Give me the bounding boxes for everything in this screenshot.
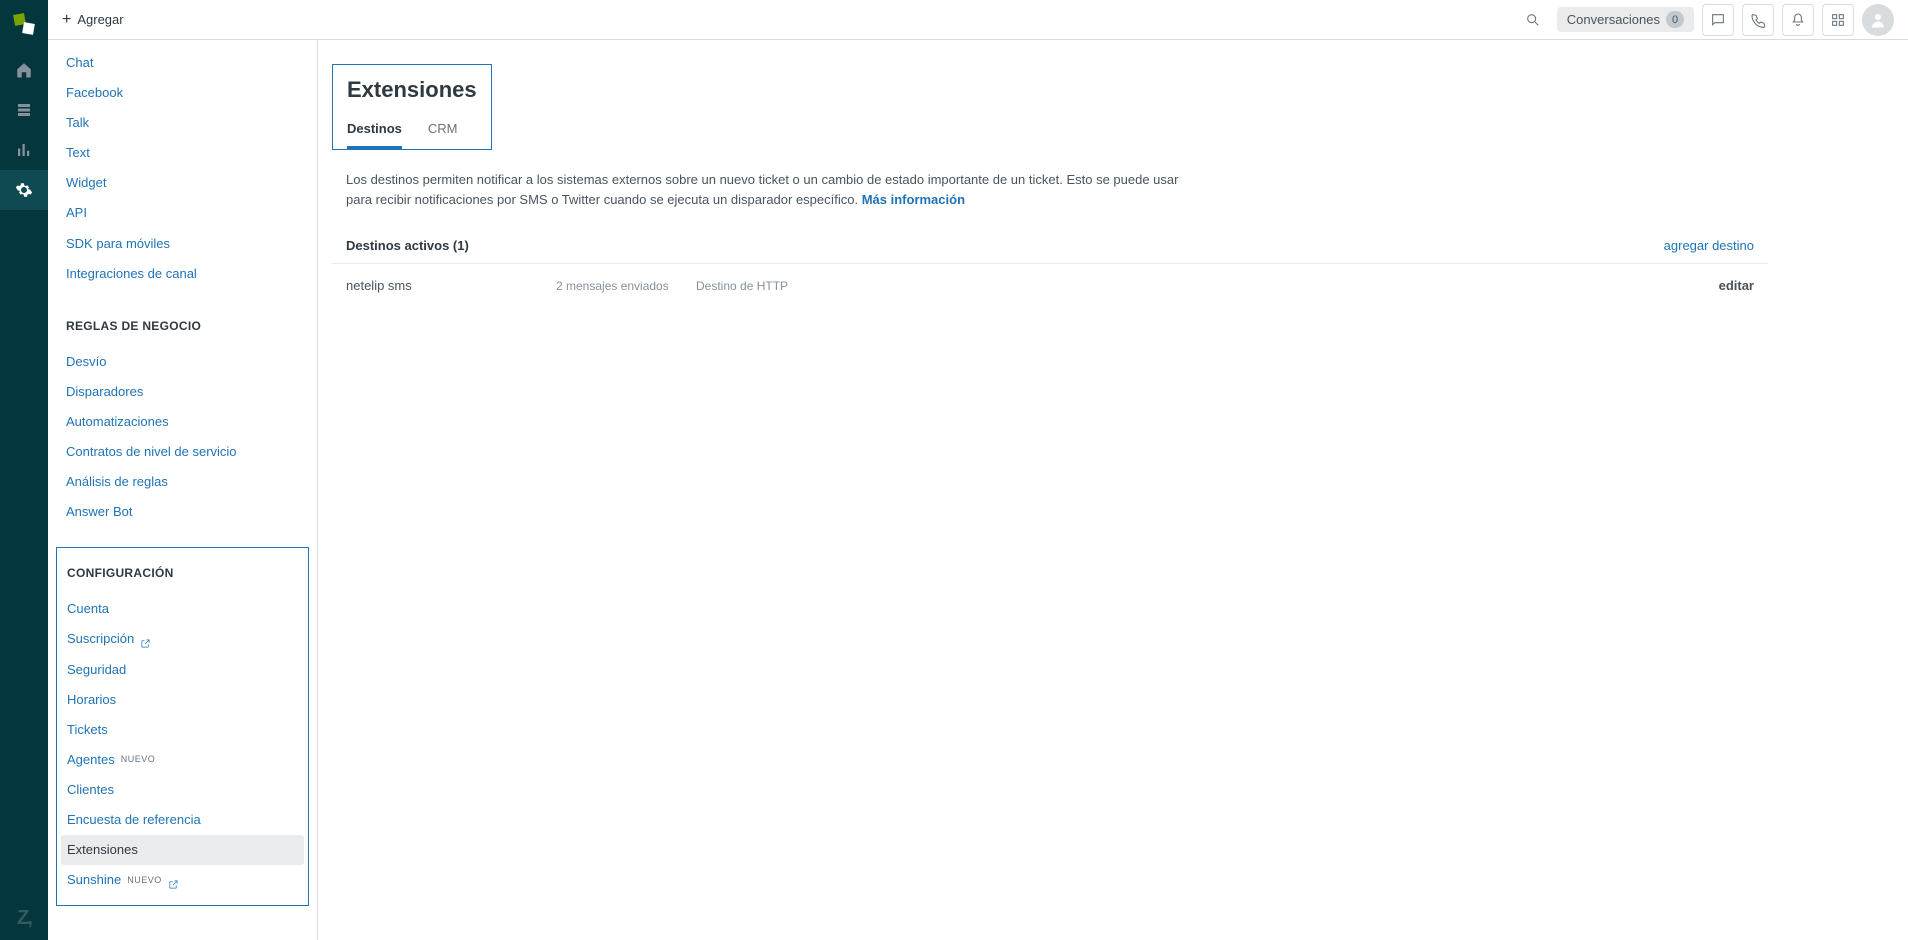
tabs: Destinos CRM: [333, 121, 477, 149]
sidebar-item-sunshine[interactable]: Sunshine NUEVO: [57, 865, 308, 895]
page-description: Los destinos permiten notificar a los si…: [332, 166, 1222, 228]
sidebar-item[interactable]: Text: [48, 138, 317, 168]
sidebar-item[interactable]: Automatizaciones: [48, 407, 317, 437]
destination-messages: 2 mensajes enviados: [556, 279, 696, 293]
sidebar-item[interactable]: API: [48, 198, 317, 228]
add-button[interactable]: + Agregar: [62, 12, 124, 28]
sidebar-item[interactable]: Chat: [48, 48, 317, 78]
main-content: Extensiones Destinos CRM Los destinos per…: [318, 40, 1908, 940]
sidebar-item[interactable]: Contratos de nivel de servicio: [48, 437, 317, 467]
page-title: Extensiones: [333, 77, 477, 121]
nav-home[interactable]: [0, 50, 48, 90]
sidebar-item[interactable]: Talk: [48, 108, 317, 138]
external-link-icon: [140, 634, 151, 645]
nav-reports[interactable]: [0, 130, 48, 170]
sidebar-item-horarios[interactable]: Horarios: [57, 685, 308, 715]
sidebar-item-cuenta[interactable]: Cuenta: [57, 594, 308, 624]
sidebar-item-agentes[interactable]: Agentes NUEVO: [57, 745, 308, 775]
sidebar-item-encuesta-de-referencia[interactable]: Encuesta de referencia: [57, 805, 308, 835]
plus-icon: +: [62, 12, 71, 28]
conversations-count: 0: [1666, 11, 1684, 28]
conversations-button[interactable]: Conversaciones 0: [1557, 7, 1694, 32]
destination-name: netelip sms: [346, 278, 556, 293]
nav-rail: Z,: [0, 0, 48, 940]
sidebar-item-suscripción[interactable]: Suscripción: [57, 624, 308, 654]
section-configuration: CONFIGURACIÓN: [57, 548, 308, 594]
sidebar-item[interactable]: Facebook: [48, 78, 317, 108]
search-button[interactable]: [1517, 4, 1549, 36]
topbar: + Agregar Conversaciones 0: [48, 0, 1908, 40]
more-info-link[interactable]: Más información: [862, 192, 965, 207]
sidebar-item[interactable]: Disparadores: [48, 377, 317, 407]
external-link-icon: [168, 875, 179, 886]
conversations-label: Conversaciones: [1567, 12, 1660, 27]
sidebar-item[interactable]: Análisis de reglas: [48, 467, 317, 497]
nav-views[interactable]: [0, 90, 48, 130]
sidebar-item[interactable]: Desvío: [48, 347, 317, 377]
sidebar-item[interactable]: Answer Bot: [48, 497, 317, 527]
sidebar-item-clientes[interactable]: Clientes: [57, 775, 308, 805]
notifications-button[interactable]: [1782, 4, 1814, 36]
sidebar-item-extensiones[interactable]: Extensiones: [61, 835, 304, 865]
edit-link[interactable]: editar: [1719, 278, 1754, 293]
destination-row: netelip sms2 mensajes enviadosDestino de…: [332, 263, 1768, 307]
page-header-highlight: Extensiones Destinos CRM: [332, 64, 492, 150]
zendesk-mark-icon[interactable]: Z,: [17, 907, 31, 930]
destinations-list-title: Destinos activos (1): [346, 238, 469, 253]
settings-sidebar: ChatFacebookTalkTextWidgetAPISDK para mó…: [48, 40, 318, 940]
configuration-section-highlight: CONFIGURACIÓN CuentaSuscripción Segurida…: [56, 547, 309, 906]
sidebar-item[interactable]: Widget: [48, 168, 317, 198]
sidebar-item-tickets[interactable]: Tickets: [57, 715, 308, 745]
chat-button[interactable]: [1702, 4, 1734, 36]
section-business-rules: REGLAS DE NEGOCIO: [48, 289, 317, 347]
destination-type: Destino de HTTP: [696, 279, 1719, 293]
sidebar-item[interactable]: SDK para móviles: [48, 229, 317, 259]
add-label: Agregar: [77, 12, 123, 27]
add-destination-link[interactable]: agregar destino: [1664, 238, 1754, 253]
sidebar-item[interactable]: Integraciones de canal: [48, 259, 317, 289]
profile-avatar[interactable]: [1862, 4, 1894, 36]
apps-button[interactable]: [1822, 4, 1854, 36]
nav-admin[interactable]: [0, 170, 48, 210]
tab-crm[interactable]: CRM: [428, 121, 458, 149]
brand-logo[interactable]: [14, 14, 34, 34]
call-button[interactable]: [1742, 4, 1774, 36]
sidebar-item-seguridad[interactable]: Seguridad: [57, 655, 308, 685]
tab-destinos[interactable]: Destinos: [347, 121, 402, 149]
